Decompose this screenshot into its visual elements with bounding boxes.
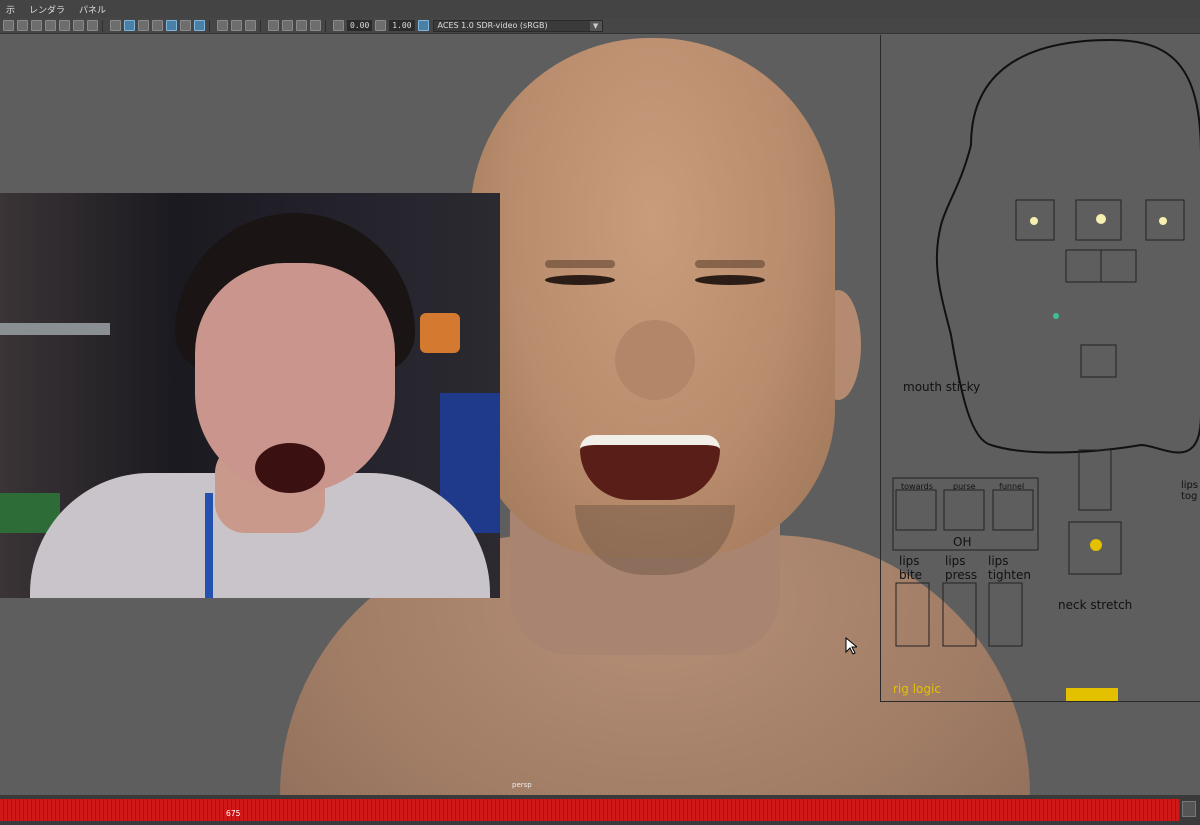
anti-aliasing-icon[interactable] [245,20,256,31]
isolate-select-icon[interactable] [268,20,279,31]
timeline-end-button[interactable] [1182,801,1196,817]
smooth-shade-icon[interactable] [124,20,135,31]
grid-icon[interactable] [59,20,70,31]
exposure-icon[interactable] [333,20,344,31]
rig-face-outline [892,38,1200,701]
viewport-3d[interactable]: mouth sticky towards purse funnel OH lip… [0,35,1200,795]
wireframe-icon[interactable] [110,20,121,31]
towards-label: towards [901,482,933,491]
lips-press-label-2: press [945,568,978,582]
camera-label: persp [512,781,532,789]
model-brow-left [545,260,615,268]
backface-culling-icon[interactable] [310,20,321,31]
funnel-label: funnel [999,482,1025,491]
menu-bar: 示 レンダラ パネル [0,0,1200,18]
default-material-icon[interactable] [138,20,149,31]
lips-bite-label-1: lips [899,554,920,568]
timeline-keyframes[interactable] [0,799,1180,821]
gamma-icon[interactable] [375,20,387,31]
mouth-sticky-label: mouth sticky [903,380,981,394]
viewport-toolbar: 0.00 1.00 ACES 1.0 SDR-video (sRGB) ▼ [0,18,1200,34]
oh-label: OH [953,535,972,549]
film-gate-icon[interactable] [73,20,84,31]
color-management-icon[interactable] [417,20,429,31]
toolbar-divider [260,19,261,32]
toolbar-divider [325,19,326,32]
lips-press-label-1: lips [945,554,966,568]
model-mouth [580,435,720,500]
use-all-lights-icon[interactable] [180,20,191,31]
menu-item-display[interactable]: 示 [6,3,15,16]
video-shelf [0,323,110,335]
model-eye-left [545,275,615,285]
video-person-mouth [255,443,325,493]
exposure-field[interactable]: 0.00 [347,20,373,31]
menu-item-renderer[interactable]: レンダラ [29,3,65,16]
resolution-gate-icon[interactable] [87,20,98,31]
motion-blur-icon[interactable] [231,20,242,31]
purse-label: purse [953,482,976,491]
chevron-down-icon[interactable]: ▼ [589,20,602,31]
bookmarks-icon[interactable] [31,20,42,31]
video-lanyard [205,493,213,598]
model-brow-right [695,260,765,268]
model-nose [615,320,695,400]
colorspace-select[interactable]: ACES 1.0 SDR-video (sRGB) ▼ [432,19,603,32]
lips-bite-label-2: bite [899,568,923,582]
toolbar-divider [102,19,103,32]
colorspace-value: ACES 1.0 SDR-video (sRGB) [437,20,548,30]
ambient-occlusion-icon[interactable] [217,20,228,31]
lips-toggle-label-2: tog [1181,491,1198,502]
reference-video-plane [0,193,500,598]
xray-joints-icon[interactable] [296,20,307,31]
lips-tighten-label-2: tighten [988,568,1031,582]
xray-icon[interactable] [282,20,293,31]
select-camera-icon[interactable] [3,20,14,31]
menu-item-panels[interactable]: パネル [79,3,106,16]
face-rig-panel: mouth sticky towards purse funnel OH lip… [880,35,1200,702]
camera-attributes-icon[interactable] [17,20,28,31]
toolbar-divider [209,19,210,32]
image-plane-icon[interactable] [45,20,56,31]
model-eye-right [695,275,765,285]
shadows-icon[interactable] [194,20,205,31]
rig-logic-label: rig logic [893,682,941,696]
time-slider[interactable]: 675 [0,795,1200,825]
textured-icon[interactable] [166,20,177,31]
current-frame-marker: 675 [226,809,241,818]
video-orange-object [420,313,460,353]
gamma-field[interactable]: 1.00 [389,20,415,31]
lips-toggle-label-1: lips [1181,480,1199,491]
wireframe-on-shaded-icon[interactable] [152,20,163,31]
mouse-cursor-icon [845,637,857,655]
neck-stretch-label: neck stretch [1058,598,1133,612]
lips-tighten-label-1: lips [988,554,1009,568]
